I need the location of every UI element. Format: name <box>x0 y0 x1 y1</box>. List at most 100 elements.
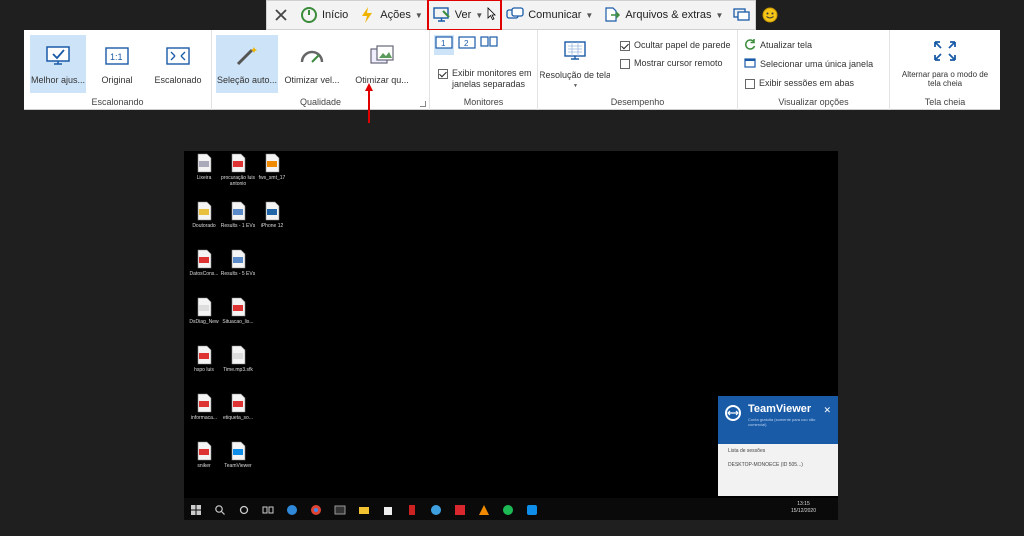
original-button[interactable]: 1:1 Original <box>90 35 144 93</box>
comunicar-label: Comunicar <box>528 9 582 21</box>
window-select-icon <box>744 57 756 71</box>
monitor-view-icon <box>433 6 451 24</box>
search-icon[interactable] <box>214 503 226 515</box>
mostrar-cursor-remoto-checkbox[interactable]: Mostrar cursor remoto <box>620 58 723 69</box>
close-icon[interactable]: ✕ <box>823 405 831 416</box>
emoji-button[interactable] <box>756 1 784 29</box>
chevron-down-icon: ▼ <box>414 10 423 20</box>
fullscreen-icon <box>931 38 959 64</box>
desktop-icon[interactable]: iPhone 12 <box>252 201 292 229</box>
otimizar-qualidade-button[interactable]: Otimizar qu... <box>346 35 418 93</box>
store-icon[interactable] <box>382 503 394 515</box>
selecao-automatica-button[interactable]: Seleção auto... <box>216 35 278 93</box>
group-monitores: 1 2 Exibir monitores em janelas separada… <box>430 30 538 110</box>
file-icon <box>265 201 280 221</box>
melhor-ajuste-button[interactable]: Melhor ajus... <box>30 35 86 93</box>
desktop-icon[interactable]: fws_smt_17 <box>252 153 292 181</box>
acoes-menu[interactable]: Ações ▼ <box>353 1 428 29</box>
teamviewer-title: TeamViewer <box>748 403 812 415</box>
teamviewer-header: TeamViewer Conta gratuita (somente para … <box>718 396 838 444</box>
tela-cheia-button[interactable]: Alternar para o modo de tela cheia <box>896 34 994 94</box>
file-explorer-icon[interactable] <box>358 503 370 515</box>
ocultar-papel-parede-checkbox[interactable]: Ocultar papel de parede <box>620 40 731 51</box>
file-icon <box>197 441 212 461</box>
close-button[interactable] <box>267 1 295 29</box>
monitor-1-icon[interactable]: 1 <box>434 35 454 55</box>
clock-date: 15/12/2020 <box>790 508 816 514</box>
monitors-button[interactable] <box>728 1 756 29</box>
desktop-icon[interactable]: Results - 5 EVs <box>218 249 258 277</box>
spotify-icon[interactable] <box>502 503 514 515</box>
group-title-visualizar: Visualizar opções <box>778 97 849 107</box>
resolucao-tela-label: Resolução de tela <box>540 70 610 80</box>
mostrar-cursor-remoto-label: Mostrar cursor remoto <box>634 58 723 68</box>
exibir-monitores-label-2: janelas separadas <box>452 79 526 89</box>
group-visualizar: Atualizar tela Selecionar uma única jane… <box>738 30 890 110</box>
file-icon <box>231 249 246 269</box>
checkbox-box[interactable] <box>620 41 630 51</box>
ocultar-papel-parede-label: Ocultar papel de parede <box>634 40 731 50</box>
checkbox-box[interactable] <box>438 69 448 79</box>
terminal-icon[interactable] <box>334 503 346 515</box>
desktop-icon[interactable]: etiqueta_so... <box>218 393 258 421</box>
browser-icon[interactable] <box>430 503 442 515</box>
tela-cheia-label-1: Alternar para o modo de <box>901 70 989 79</box>
monitor-2-icon[interactable]: 2 <box>458 36 476 54</box>
app-icon[interactable] <box>406 503 418 515</box>
checkbox-box[interactable] <box>620 59 630 69</box>
otimizar-velocidade-button[interactable]: Otimizar vel... <box>282 35 342 93</box>
file-icon <box>231 297 246 317</box>
teamviewer-desktop-label[interactable]: DESKTOP-MONOECE (ID 505...) <box>728 462 803 468</box>
exibir-monitores-checkbox[interactable]: Exibir monitores em janelas separadas <box>438 68 532 90</box>
atualizar-tela-button[interactable]: Atualizar tela <box>744 38 812 52</box>
escalonado-button[interactable]: Escalonado <box>148 35 208 93</box>
group-desempenho: Resolução de tela ▼ Ocultar papel de par… <box>538 30 738 110</box>
chrome-icon[interactable] <box>310 503 322 515</box>
windows-start-icon[interactable] <box>190 503 202 515</box>
resolucao-tela-button[interactable]: Resolução de tela <box>540 38 610 88</box>
close-icon <box>272 6 290 24</box>
mega-icon[interactable] <box>454 503 466 515</box>
desktop-icon[interactable]: Situacao_lis... <box>218 297 258 325</box>
group-tela-cheia: Alternar para o modo de tela cheia Tela … <box>890 30 1000 110</box>
escalonado-label: Escalonado <box>154 75 202 85</box>
mouse-cursor-icon <box>487 7 497 23</box>
annotation-arrow <box>365 83 373 123</box>
teamviewer-taskbar-icon[interactable] <box>526 503 538 515</box>
arquivos-label: Arquivos & extras <box>625 9 712 21</box>
desktop-icon-label: TeamViewer <box>224 463 252 469</box>
acoes-label: Ações <box>380 9 411 21</box>
file-icon <box>231 345 246 365</box>
desktop-icon-label: Situacao_lis... <box>222 319 254 325</box>
inicio-button[interactable]: Início <box>295 1 353 29</box>
chevron-down-icon: ▼ <box>573 83 578 89</box>
cortana-icon[interactable] <box>238 503 250 515</box>
group-title-qualidade: Qualidade <box>299 97 342 107</box>
exibir-sessoes-abas-checkbox[interactable]: Exibir sessões em abas <box>745 78 854 89</box>
arquivos-menu[interactable]: Arquivos & extras ▼ <box>598 1 728 29</box>
group-title-tela-cheia: Tela cheia <box>924 97 966 107</box>
checkbox-box[interactable] <box>745 79 755 89</box>
desktop-icon[interactable]: TeamViewer <box>218 441 258 469</box>
file-icon <box>197 201 212 221</box>
selecionar-janela-button[interactable]: Selecionar uma única janela <box>744 57 873 71</box>
desktop-icon-label: Time.mp3.sfk <box>223 367 253 373</box>
original-size-icon: 1:1 <box>103 43 131 69</box>
group-title-monitores: Monitores <box>463 97 504 107</box>
all-monitors-icon[interactable] <box>480 36 498 54</box>
chat-icon <box>506 6 524 24</box>
vlc-icon[interactable] <box>478 503 490 515</box>
monitor-selector: 1 2 <box>434 35 498 55</box>
ver-menu[interactable]: Ver ▼ <box>426 0 503 31</box>
original-label: Original <box>101 75 133 85</box>
comunicar-menu[interactable]: Comunicar ▼ <box>501 1 598 29</box>
desktop-icon-label: etiqueta_so... <box>222 415 254 421</box>
ver-label: Ver <box>454 9 472 21</box>
best-fit-monitor-icon <box>44 43 72 69</box>
chevron-down-icon: ▼ <box>585 10 594 20</box>
smiley-icon <box>761 6 779 24</box>
task-view-icon[interactable] <box>262 503 274 515</box>
teamviewer-logo-icon <box>724 404 742 427</box>
edge-icon[interactable] <box>286 503 298 515</box>
desktop-icon[interactable]: Time.mp3.sfk <box>218 345 258 373</box>
